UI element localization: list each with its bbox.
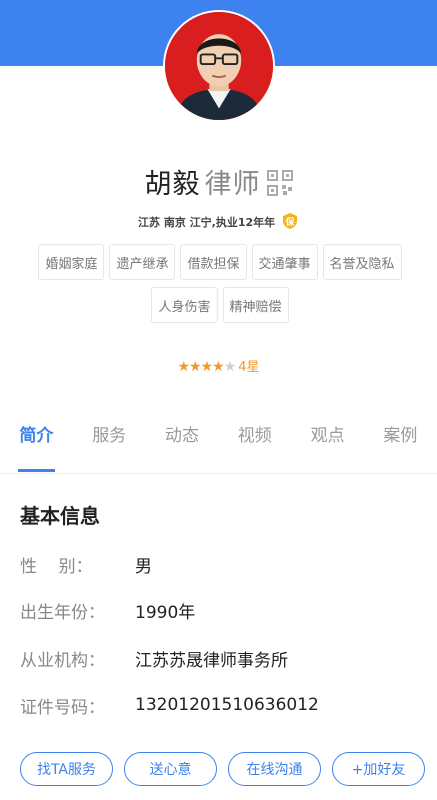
rating: ★★★★★ 4星 — [0, 356, 437, 375]
rating-label: 4星 — [238, 360, 260, 375]
lawyer-meta: 江苏 南京 江宁,执业12年年 保 — [0, 212, 437, 230]
star-icon: ★ — [200, 359, 214, 375]
profile-tabs: 简介 服务 动态 视频 观点 案例 — [0, 416, 437, 474]
info-value: 13201201510636012 — [135, 695, 319, 715]
tab-services[interactable]: 服务 — [73, 416, 146, 473]
svg-text:保: 保 — [284, 216, 295, 228]
tab-opinions[interactable]: 观点 — [291, 416, 364, 473]
tab-intro[interactable]: 简介 — [0, 416, 73, 473]
online-chat-button[interactable]: 在线沟通 — [228, 752, 321, 786]
location-experience: 江苏 南京 江宁,执业12年年 — [138, 216, 276, 229]
lawyer-name-row: 胡毅 律师 — [0, 162, 437, 200]
lawyer-name: 胡毅 — [144, 169, 201, 200]
rating-stars: ★★★★★ — [177, 359, 237, 375]
info-value: 江苏苏晟律师事务所 — [135, 650, 288, 671]
tab-videos[interactable]: 视频 — [218, 416, 291, 473]
guarantee-badge-icon: 保 — [281, 212, 299, 230]
info-row-license: 证件号码： 13201201510636012 — [20, 691, 420, 719]
info-value: 男 — [135, 556, 152, 577]
info-label: 从业机构： — [20, 650, 105, 671]
info-row-gender: 性 别： 男 — [20, 550, 420, 578]
practice-tag[interactable]: 名誉及隐私 — [322, 244, 402, 280]
practice-tag[interactable]: 精神赔偿 — [222, 287, 289, 323]
star-icon: ★ — [212, 359, 225, 375]
avatar-portrait — [165, 12, 273, 120]
tab-updates[interactable]: 动态 — [146, 416, 219, 473]
info-label: 性 别： — [20, 556, 93, 577]
action-bar: 找TA服务 送心意 在线沟通 +加好友 — [20, 752, 425, 786]
basic-info-title: 基本信息 — [20, 504, 100, 528]
lawyer-title: 律师 — [204, 169, 261, 200]
info-row-birth-year: 出生年份： 1990年 — [20, 596, 420, 624]
practice-tag[interactable]: 借款担保 — [180, 244, 247, 280]
lawyer-avatar[interactable] — [163, 10, 275, 122]
star-icon: ★ — [177, 359, 190, 375]
add-friend-button[interactable]: +加好友 — [332, 752, 425, 786]
star-icon: ★ — [189, 359, 202, 375]
send-gift-button[interactable]: 送心意 — [124, 752, 217, 786]
info-label: 证件号码： — [20, 697, 105, 718]
info-row-firm: 从业机构： 江苏苏晟律师事务所 — [20, 644, 420, 672]
tab-cases[interactable]: 案例 — [364, 416, 437, 473]
qr-code-icon[interactable] — [266, 170, 293, 196]
find-service-button[interactable]: 找TA服务 — [20, 752, 113, 786]
info-value: 1990年 — [135, 602, 196, 623]
practice-tag[interactable]: 遗产继承 — [109, 244, 176, 280]
practice-area-tags: 婚姻家庭 遗产继承 借款担保 交通肇事 名誉及隐私 人身伤害 精神赔偿 — [24, 244, 416, 323]
practice-tag[interactable]: 交通肇事 — [251, 244, 318, 280]
practice-tag[interactable]: 人身伤害 — [151, 287, 218, 323]
star-empty-icon: ★ — [223, 359, 237, 375]
info-label: 出生年份： — [20, 602, 105, 623]
practice-tag[interactable]: 婚姻家庭 — [38, 244, 105, 280]
